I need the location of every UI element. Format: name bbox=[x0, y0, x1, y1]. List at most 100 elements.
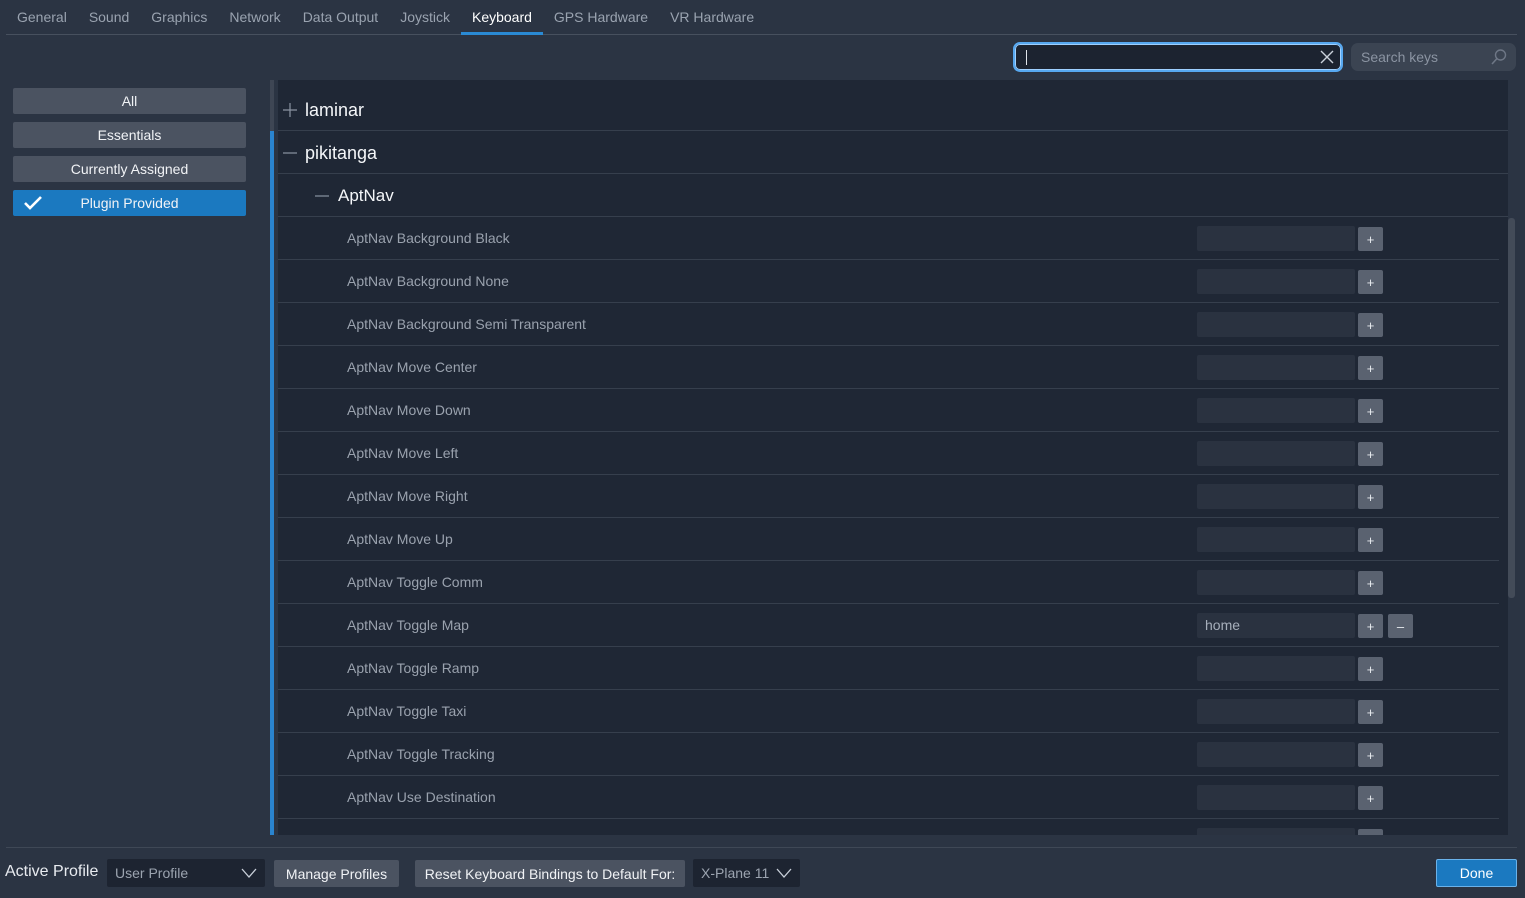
profile-dropdown[interactable]: User Profile bbox=[107, 859, 265, 887]
add-binding-button[interactable] bbox=[1358, 829, 1383, 835]
key-binding-field[interactable] bbox=[1197, 656, 1355, 681]
command-label: AptNav Move Down bbox=[347, 402, 471, 418]
remove-binding-button[interactable]: – bbox=[1388, 614, 1413, 638]
command-label: AptNav Toggle Comm bbox=[347, 574, 483, 590]
tab-joystick[interactable]: Joystick bbox=[389, 0, 461, 34]
command-row: AptNav Use Destination + bbox=[278, 776, 1499, 819]
command-label: AptNav Background Black bbox=[347, 230, 510, 246]
search-icon bbox=[1491, 49, 1507, 65]
button-label: Reset Keyboard Bindings to Default For: bbox=[424, 865, 676, 882]
add-binding-button[interactable]: + bbox=[1358, 700, 1383, 724]
tab-general[interactable]: General bbox=[6, 0, 78, 34]
command-row: AptNav Move Left + bbox=[278, 432, 1499, 475]
group-label: AptNav bbox=[338, 186, 394, 205]
command-row: AptNav Toggle Taxi + bbox=[278, 690, 1499, 733]
collapse-minus-icon[interactable] bbox=[315, 189, 329, 203]
add-binding-button[interactable]: + bbox=[1358, 786, 1383, 810]
key-binding-field[interactable] bbox=[1197, 312, 1355, 337]
collapse-minus-icon[interactable] bbox=[283, 146, 297, 160]
key-binding-field[interactable] bbox=[1197, 828, 1355, 835]
command-row: AptNav Background None + bbox=[278, 260, 1499, 303]
command-label: AptNav Move Left bbox=[347, 445, 459, 461]
key-binding-field[interactable] bbox=[1197, 742, 1355, 767]
add-binding-button[interactable]: + bbox=[1358, 442, 1383, 466]
add-binding-button[interactable]: + bbox=[1358, 743, 1383, 767]
search-keys-field[interactable] bbox=[1351, 43, 1516, 71]
filter-label: All bbox=[121, 93, 138, 109]
text-caret bbox=[1026, 50, 1027, 65]
command-label: AptNav Toggle Ramp bbox=[347, 660, 480, 676]
add-binding-button[interactable]: + bbox=[1358, 614, 1383, 638]
command-label: AptNav Toggle Taxi bbox=[347, 703, 467, 719]
filter-currently-assigned-button[interactable]: Currently Assigned bbox=[13, 156, 246, 182]
group-label: pikitanga bbox=[305, 143, 378, 163]
done-button[interactable]: Done bbox=[1436, 859, 1517, 887]
key-binding-field[interactable] bbox=[1197, 226, 1355, 251]
command-search-field[interactable] bbox=[1013, 42, 1343, 72]
key-binding-field[interactable]: home bbox=[1197, 613, 1355, 638]
filter-essentials-button[interactable]: Essentials bbox=[13, 122, 246, 148]
add-binding-button[interactable]: + bbox=[1358, 356, 1383, 380]
tab-gps-hardware[interactable]: GPS Hardware bbox=[543, 0, 659, 34]
reset-target-dropdown[interactable]: X-Plane 11 bbox=[693, 859, 800, 887]
add-binding-button[interactable]: + bbox=[1358, 399, 1383, 423]
command-label: AptNav Use Destination bbox=[347, 789, 496, 805]
command-label: AptNav Move Up bbox=[347, 531, 453, 547]
add-binding-button[interactable]: + bbox=[1358, 657, 1383, 681]
reset-target-value: X-Plane 11 bbox=[701, 865, 770, 881]
settings-tab-bar: General Sound Graphics Network Data Outp… bbox=[6, 0, 1517, 35]
key-binding-field[interactable] bbox=[1197, 527, 1355, 552]
key-binding-field[interactable] bbox=[1197, 484, 1355, 509]
key-binding-field[interactable] bbox=[1197, 699, 1355, 724]
command-row: AptNav Toggle Tracking + bbox=[278, 733, 1499, 776]
filter-label: Currently Assigned bbox=[70, 161, 189, 177]
add-binding-button[interactable]: + bbox=[1358, 313, 1383, 337]
command-label: AptNav Background None bbox=[347, 273, 509, 289]
add-binding-button[interactable]: + bbox=[1358, 227, 1383, 251]
group-row-laminar[interactable]: laminar bbox=[278, 88, 1508, 131]
reset-bindings-button[interactable]: Reset Keyboard Bindings to Default For: bbox=[415, 860, 685, 887]
tab-sound[interactable]: Sound bbox=[78, 0, 140, 34]
command-row: AptNav Move Center + bbox=[278, 346, 1499, 389]
tab-graphics[interactable]: Graphics bbox=[140, 0, 218, 34]
command-row: AptNav Move Up + bbox=[278, 518, 1499, 561]
key-binding-field[interactable] bbox=[1197, 441, 1355, 466]
footer-divider bbox=[6, 847, 1517, 848]
key-binding-field[interactable] bbox=[1197, 355, 1355, 380]
key-binding-field[interactable] bbox=[1197, 570, 1355, 595]
clear-search-icon[interactable] bbox=[1319, 49, 1335, 65]
filter-label: Essentials bbox=[97, 127, 162, 143]
key-binding-field[interactable] bbox=[1197, 269, 1355, 294]
checkmark-icon bbox=[24, 196, 42, 210]
tab-keyboard[interactable]: Keyboard bbox=[460, 0, 543, 35]
tab-network[interactable]: Network bbox=[218, 0, 291, 34]
command-row: AptNav Toggle Map home + – bbox=[278, 604, 1499, 647]
tab-vr-hardware[interactable]: VR Hardware bbox=[659, 0, 765, 34]
filter-plugin-provided-button[interactable]: Plugin Provided bbox=[13, 190, 246, 216]
add-binding-button[interactable]: + bbox=[1358, 270, 1383, 294]
command-label: AptNav Move Center bbox=[347, 359, 477, 375]
add-binding-button[interactable]: + bbox=[1358, 571, 1383, 595]
list-scrollbar[interactable] bbox=[1508, 218, 1515, 598]
key-binding-field[interactable] bbox=[1197, 398, 1355, 423]
group-row-pikitanga[interactable]: pikitanga bbox=[278, 131, 1508, 174]
chevron-down-icon bbox=[776, 868, 792, 878]
command-label: AptNav Move Right bbox=[347, 488, 468, 504]
group-row-aptnav[interactable]: AptNav bbox=[278, 174, 1508, 217]
tab-data-output[interactable]: Data Output bbox=[292, 0, 390, 34]
manage-profiles-button[interactable]: Manage Profiles bbox=[274, 860, 399, 887]
filter-all-button[interactable]: All bbox=[13, 88, 246, 114]
expand-plus-icon[interactable] bbox=[283, 103, 297, 117]
group-label: laminar bbox=[305, 100, 365, 120]
search-keys-input[interactable] bbox=[1361, 48, 1481, 66]
command-list: laminar pikitanga AptNav AptNav Backgrou… bbox=[278, 80, 1508, 835]
filter-label: Plugin Provided bbox=[80, 195, 179, 211]
command-row-partial bbox=[278, 819, 1499, 835]
add-binding-button[interactable]: + bbox=[1358, 528, 1383, 552]
command-row: AptNav Background Black + bbox=[278, 217, 1499, 260]
profile-dropdown-value: User Profile bbox=[115, 865, 189, 881]
button-label: Done bbox=[1459, 865, 1494, 881]
key-binding-field[interactable] bbox=[1197, 785, 1355, 810]
add-binding-button[interactable]: + bbox=[1358, 485, 1383, 509]
command-search-input[interactable] bbox=[1024, 48, 1314, 66]
